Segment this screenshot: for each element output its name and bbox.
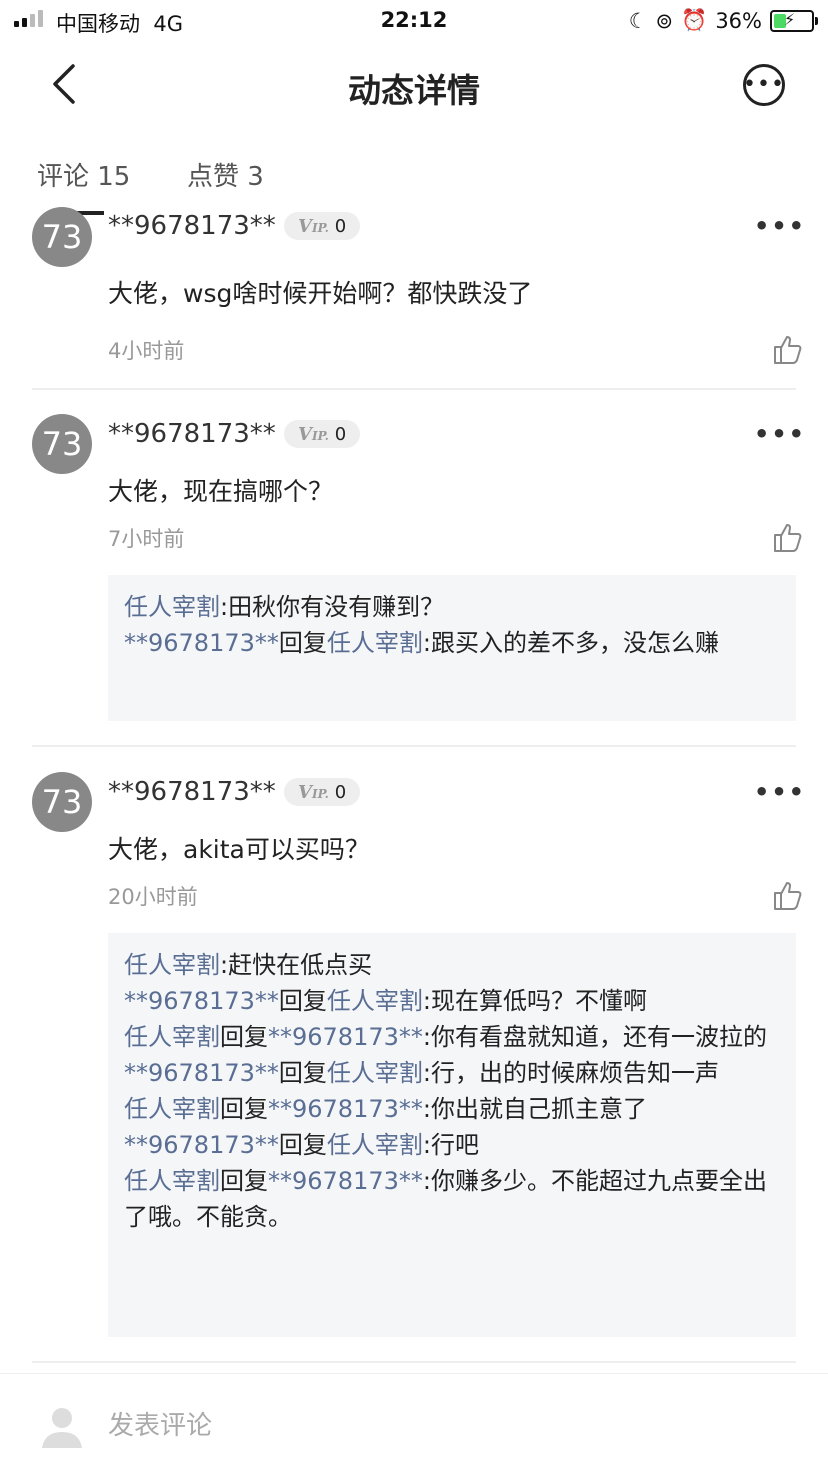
reply-connector: 回复 — [220, 1023, 268, 1051]
reply-thread: 任人宰割:赶快在低点买 **9678173**回复任人宰割:现在算低吗？不懂啊 … — [108, 933, 796, 1337]
avatar[interactable]: 73 — [32, 414, 92, 474]
more-options-button[interactable]: ••• — [743, 64, 785, 106]
tab-comments[interactable]: 评论 15 — [37, 156, 130, 193]
reply-target[interactable]: 任人宰割 — [327, 1131, 423, 1159]
reply-author[interactable]: **9678173** — [124, 629, 279, 657]
divider — [32, 388, 796, 390]
reply-connector: 回复 — [220, 1095, 268, 1123]
comment-text: 大佬，akita可以买吗？ — [108, 835, 370, 864]
reply-text: :田秋你有没有赚到？ — [220, 593, 445, 621]
reply-thread: 任人宰割:田秋你有没有赚到？ **9678173**回复任人宰割:跟买入的差不多… — [108, 575, 796, 721]
comment-text: 大佬，现在搞哪个？ — [108, 477, 334, 506]
reply-connector: 回复 — [278, 1131, 327, 1159]
reply-author[interactable]: 任人宰割 — [124, 1095, 220, 1123]
reply-text: :你出就自己抓主意了 — [422, 1095, 647, 1123]
reply-item[interactable]: **9678173**回复任人宰割:跟买入的差不多，没怎么赚 — [124, 625, 780, 661]
reply-text: :行吧 — [422, 1131, 479, 1159]
reply-connector: 回复 — [278, 629, 327, 657]
reply-author[interactable]: **9678173** — [124, 1059, 279, 1087]
comment-input[interactable]: 发表评论 — [108, 1405, 212, 1442]
moon-icon: ☾ — [628, 8, 648, 33]
comment-text: 大佬，wsg啥时候开始啊？都快跌没了 — [108, 279, 533, 308]
comment-menu-button[interactable]: ••• — [754, 778, 806, 806]
thumbs-up-icon — [774, 524, 802, 552]
comment-username[interactable]: **9678173** — [108, 419, 276, 449]
comment-menu-button[interactable]: ••• — [754, 212, 806, 240]
like-button[interactable] — [772, 333, 804, 365]
reply-item[interactable]: 任人宰割:赶快在低点买 — [124, 947, 780, 983]
vip-level: 0 — [334, 215, 347, 237]
divider — [32, 745, 796, 747]
reply-text: :你有看盘就知道，还有一波拉的 — [422, 1023, 767, 1051]
reply-target[interactable]: **9678173** — [268, 1023, 423, 1051]
reply-connector: 回复 — [220, 1167, 268, 1195]
divider — [32, 1361, 796, 1363]
avatar[interactable]: 73 — [32, 207, 92, 267]
page-title: 动态详情 — [348, 71, 480, 110]
battery-percent: 36% — [715, 8, 762, 33]
reply-item[interactable]: **9678173**回复任人宰割:行，出的时候麻烦告知一声 — [124, 1055, 780, 1091]
tab-likes[interactable]: 点赞 3 — [187, 156, 264, 193]
reply-target[interactable]: **9678173** — [268, 1167, 423, 1195]
thumbs-up-icon — [774, 336, 802, 364]
vip-badge: VIP. 0 — [284, 778, 361, 806]
reply-author[interactable]: **9678173** — [124, 1131, 279, 1159]
reply-target[interactable]: **9678173** — [268, 1095, 423, 1123]
more-circle-icon: ••• — [743, 72, 785, 97]
reply-author[interactable]: 任人宰割 — [124, 1023, 220, 1051]
vip-badge: VIP. 0 — [284, 420, 361, 448]
reply-text: :现在算低吗？不懂啊 — [422, 987, 647, 1015]
avatar[interactable]: 73 — [32, 772, 92, 832]
reply-item[interactable]: 任人宰割:田秋你有没有赚到？ — [124, 589, 780, 625]
reply-target[interactable]: 任人宰割 — [327, 987, 423, 1015]
reply-item[interactable]: 任人宰割回复**9678173**:你有看盘就知道，还有一波拉的 — [124, 1019, 780, 1055]
reply-connector: 回复 — [278, 1059, 327, 1087]
alarm-icon: ⏰ — [681, 8, 708, 32]
rotation-lock-icon: ⊚ — [655, 8, 674, 33]
comment-time: 20小时前 — [108, 885, 198, 909]
status-bar: 中国移动 4G 22:12 ☾ ⊚ ⏰ 36% ⚡ — [0, 0, 828, 40]
reply-author[interactable]: 任人宰割 — [124, 951, 220, 979]
reply-author[interactable]: **9678173** — [124, 987, 279, 1015]
comment-time: 7小时前 — [108, 527, 185, 551]
vip-icon: VIP. — [298, 423, 329, 445]
vip-badge: VIP. 0 — [284, 212, 361, 240]
reply-author[interactable]: 任人宰割 — [124, 593, 220, 621]
reply-item[interactable]: **9678173**回复任人宰割:行吧 — [124, 1127, 780, 1163]
user-avatar-icon — [38, 1402, 86, 1450]
reply-connector: 回复 — [278, 987, 327, 1015]
status-right: ☾ ⊚ ⏰ 36% ⚡ — [628, 8, 818, 33]
reply-text: :赶快在低点买 — [220, 951, 373, 979]
comment-username[interactable]: **9678173** — [108, 211, 276, 241]
comment-menu-button[interactable]: ••• — [754, 420, 806, 448]
comment-username[interactable]: **9678173** — [108, 777, 276, 807]
vip-icon: VIP. — [298, 215, 329, 237]
thumbs-up-icon — [774, 882, 802, 910]
vip-icon: VIP. — [298, 781, 329, 803]
like-button[interactable] — [772, 521, 804, 553]
reply-author[interactable]: 任人宰割 — [124, 1167, 220, 1195]
reply-target[interactable]: 任人宰割 — [327, 629, 423, 657]
reply-target[interactable]: 任人宰割 — [327, 1059, 423, 1087]
vip-level: 0 — [334, 423, 347, 445]
reply-text: :跟买入的差不多，没怎么赚 — [422, 629, 719, 657]
reply-item[interactable]: **9678173**回复任人宰割:现在算低吗？不懂啊 — [124, 983, 780, 1019]
reply-item[interactable]: 任人宰割回复**9678173**:你赚多少。不能超过九点要全出了哦。不能贪。 — [124, 1163, 780, 1235]
vip-level: 0 — [334, 781, 347, 803]
like-button[interactable] — [772, 879, 804, 911]
comment-time: 4小时前 — [108, 339, 185, 363]
battery-icon: ⚡ — [770, 9, 818, 32]
reply-text: :行，出的时候麻烦告知一声 — [422, 1059, 719, 1087]
reply-item[interactable]: 任人宰割回复**9678173**:你出就自己抓主意了 — [124, 1091, 780, 1127]
